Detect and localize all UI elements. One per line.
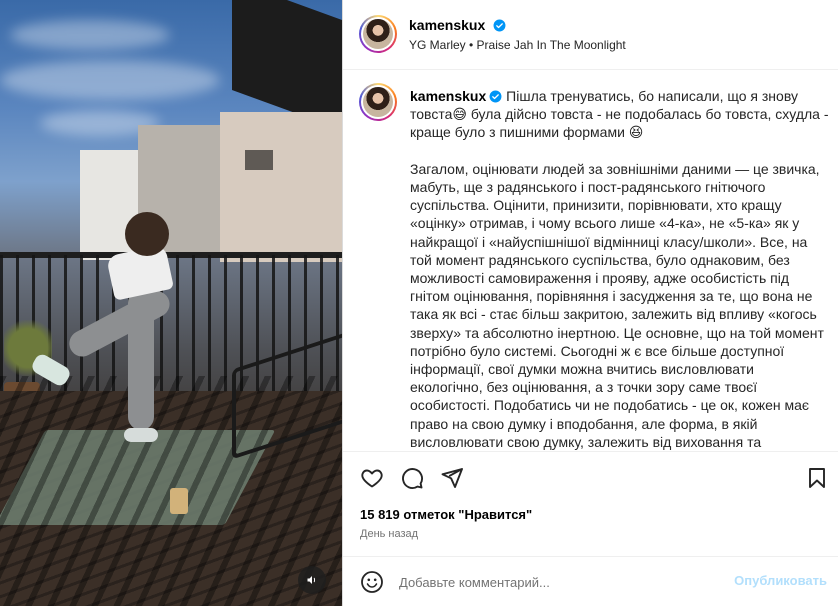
cloud (0, 60, 220, 100)
save-button[interactable] (805, 466, 829, 490)
speaker-icon (307, 576, 316, 584)
verified-badge-icon (493, 19, 506, 32)
caption-body: Пішла тренуватись, бо написали, що я зно… (410, 88, 829, 450)
speech-bubble-icon (402, 468, 423, 489)
person-standing-leg (128, 290, 154, 430)
post-media-photo[interactable] (0, 0, 342, 606)
comment-input[interactable] (399, 571, 719, 593)
yoga-block (170, 488, 188, 514)
publish-comment-button[interactable]: Опубликовать (734, 573, 827, 588)
like-button[interactable] (360, 466, 384, 490)
building (220, 112, 342, 262)
cloud (10, 20, 170, 50)
sound-toggle-button[interactable] (298, 566, 326, 594)
verified-badge-icon (489, 90, 502, 103)
window (245, 150, 273, 170)
post-caption: kamenskux Пішла тренуватись, бо написали… (410, 87, 830, 451)
smiley-icon[interactable] (360, 570, 384, 594)
caption-username[interactable]: kamenskux (410, 88, 486, 104)
bookmark-icon (809, 468, 825, 488)
caption-author-avatar[interactable] (359, 83, 397, 121)
sneaker (124, 428, 158, 442)
action-bar (343, 451, 838, 503)
heart-icon (361, 469, 383, 488)
share-button[interactable] (440, 466, 464, 490)
paper-plane-icon (441, 468, 463, 488)
person-head (125, 212, 169, 256)
caption-scroll-area[interactable]: kamenskux Пішла тренуватись, бо написали… (343, 71, 838, 451)
likes-count[interactable]: 15 819 отметок "Нравится" (360, 507, 532, 522)
post-timestamp[interactable]: День назад (360, 528, 418, 540)
comment-composer: Опубликовать (343, 556, 838, 606)
author-avatar[interactable] (359, 15, 397, 53)
author-username[interactable]: kamenskux (409, 17, 485, 33)
roof-eave (232, 0, 342, 131)
audio-track-link[interactable]: YG Marley • Praise Jah In The Moonlight (409, 38, 626, 52)
post-header: kamenskux YG Marley • Praise Jah In The … (343, 0, 838, 70)
comment-button[interactable] (400, 466, 424, 490)
post-detail-panel: kamenskux YG Marley • Praise Jah In The … (342, 0, 838, 606)
